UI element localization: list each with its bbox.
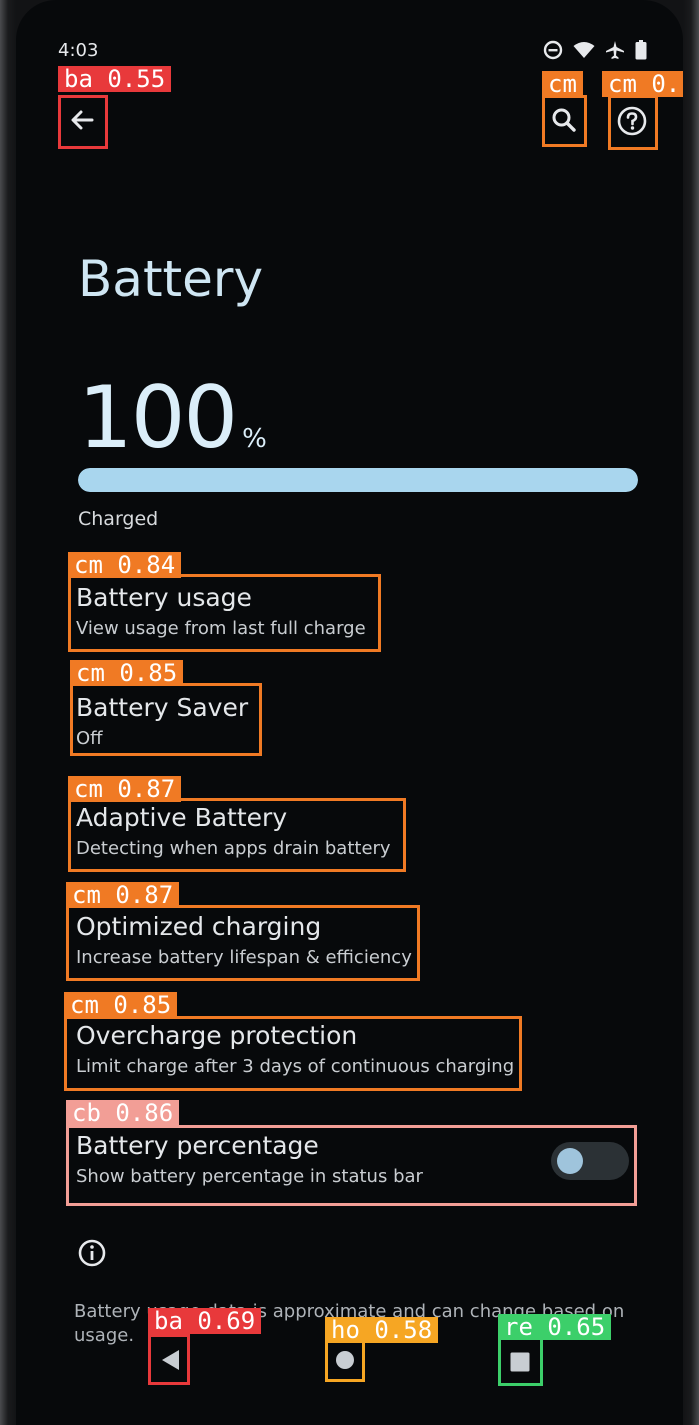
detection-label: ba 0.69 xyxy=(148,1308,262,1334)
detection-box xyxy=(148,1334,190,1385)
detection-label: cm xyxy=(542,71,583,97)
charge-status: Charged xyxy=(78,508,159,530)
detection-box xyxy=(68,798,406,872)
battery-level-bar-fill xyxy=(78,468,638,492)
screen: 4:03 Battery 100% Charged Battery usage … xyxy=(16,0,683,1425)
detection-box xyxy=(325,1338,365,1382)
do-not-disturb-icon xyxy=(543,40,563,60)
detection-label: cm 0.87 xyxy=(66,882,180,908)
status-time: 4:03 xyxy=(58,40,99,61)
detection-label: cm 0. xyxy=(602,71,683,97)
detection-box xyxy=(608,95,658,150)
detection-box xyxy=(64,1016,522,1091)
detection-box xyxy=(70,683,262,756)
battery-icon xyxy=(635,40,647,60)
detection-box xyxy=(66,1125,637,1206)
airplane-icon xyxy=(606,41,624,59)
battery-level-bar xyxy=(78,468,638,492)
detection-label: ho 0.58 xyxy=(325,1317,439,1343)
detection-label: cm 0.84 xyxy=(68,552,182,578)
page-title: Battery xyxy=(78,250,264,308)
battery-level-unit: % xyxy=(242,424,267,454)
wifi-icon xyxy=(573,42,595,58)
battery-level-value: 100 xyxy=(78,368,238,468)
battery-level: 100% xyxy=(78,368,267,468)
detection-box xyxy=(498,1337,543,1386)
detection-label: ba 0.55 xyxy=(58,66,172,92)
detection-box xyxy=(66,905,420,981)
detection-box xyxy=(58,95,108,149)
info-icon xyxy=(77,1238,107,1272)
detection-box xyxy=(542,95,587,147)
detection-label: cm 0.85 xyxy=(64,992,178,1018)
detection-label: cm 0.85 xyxy=(70,660,184,686)
detection-label: re 0.65 xyxy=(498,1314,612,1340)
detection-label: cm 0.87 xyxy=(68,776,182,802)
detection-label: cb 0.86 xyxy=(66,1100,180,1126)
status-icons xyxy=(543,40,647,60)
detection-box xyxy=(68,574,381,652)
